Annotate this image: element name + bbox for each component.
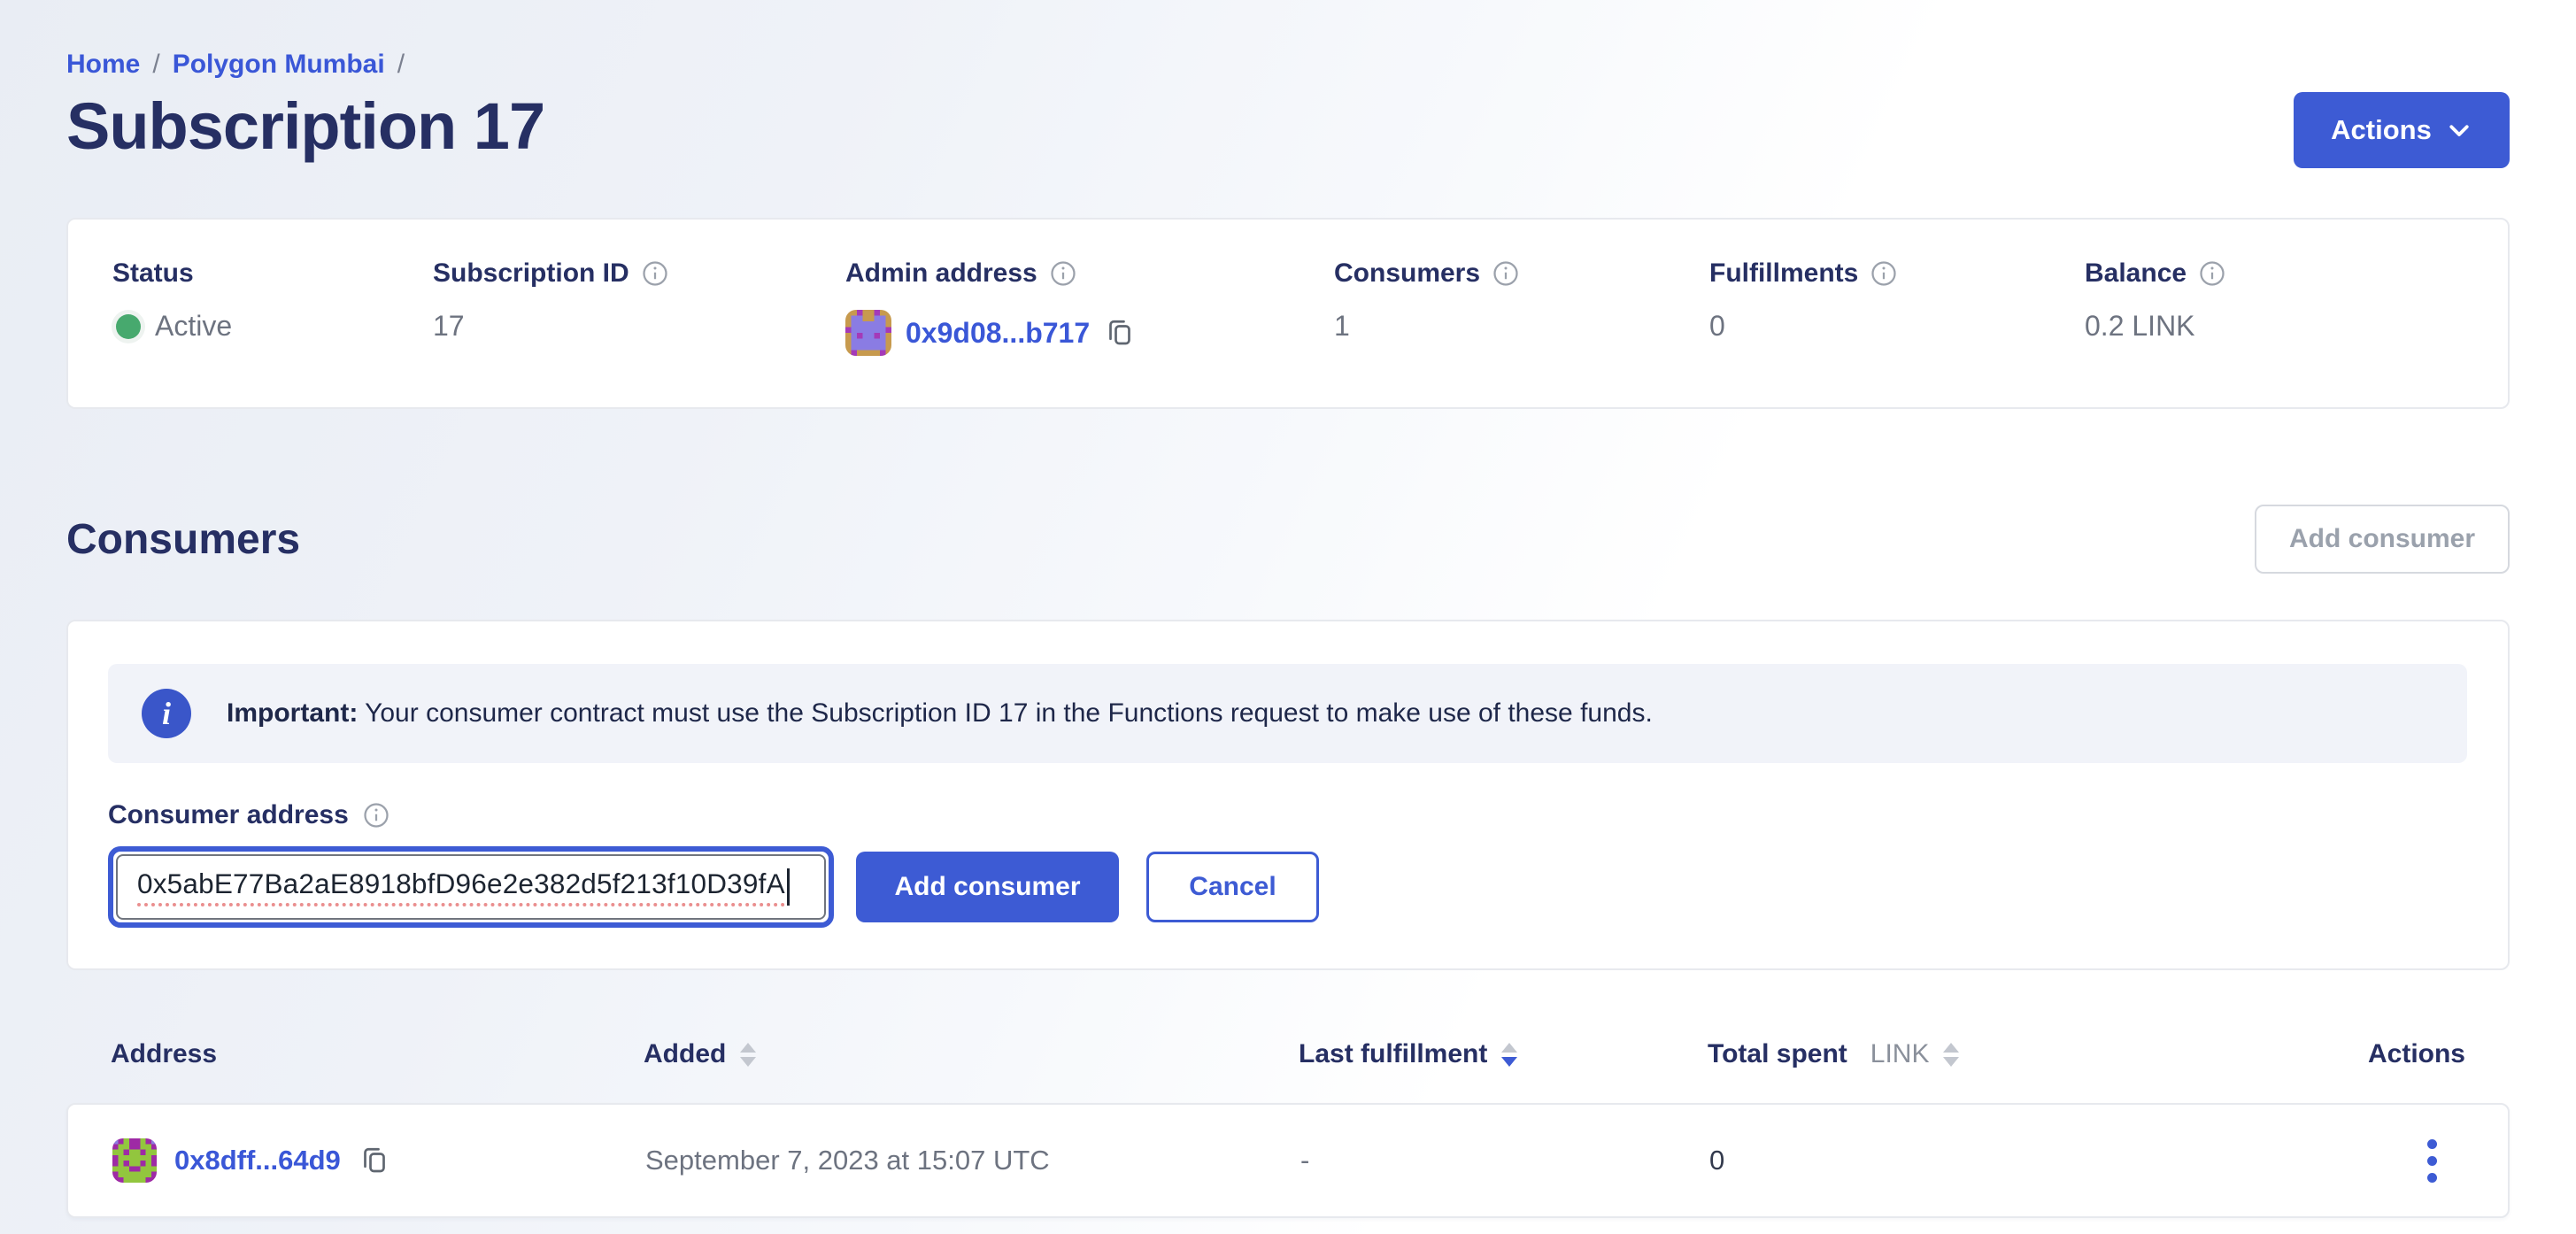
overview-field-subscription-id: Subscription ID 17 [433, 258, 845, 356]
info-icon[interactable] [1492, 260, 1519, 287]
copy-icon[interactable] [1104, 317, 1136, 349]
page: Home / Polygon Mumbai / Subscription 17 … [66, 0, 2510, 1218]
balance-value: 0.2 LINK [2085, 310, 2195, 343]
column-header-added-label: Added [644, 1039, 726, 1069]
notice-bold-text: Important: [227, 698, 358, 728]
consumer-address-input-focus-ring: 0x5abE77Ba2aE8918bfD96e2e382d5f213f10D39… [108, 846, 834, 928]
column-header-link-unit: LINK [1870, 1039, 1930, 1069]
consumer-address-input[interactable]: 0x5abE77Ba2aE8918bfD96e2e382d5f213f10D39… [116, 854, 826, 920]
balance-label: Balance [2085, 258, 2187, 289]
breadcrumb: Home / Polygon Mumbai / [66, 50, 2510, 80]
column-header-total-spent[interactable]: Total spent LINK [1708, 1039, 2283, 1069]
overview-field-status: Status Active [112, 258, 433, 356]
sort-icon [1943, 1043, 1959, 1067]
consumer-address-cell: 0x8dff...64d9 [112, 1138, 645, 1183]
overview-field-balance: Balance 0.2 LINK [2085, 258, 2464, 356]
sort-icon-active-desc [1501, 1043, 1517, 1067]
column-header-last-fulfillment-label: Last fulfillment [1299, 1039, 1487, 1069]
kebab-menu-icon[interactable] [2422, 1134, 2442, 1188]
admin-address-link[interactable]: 0x9d08...b717 [906, 317, 1090, 350]
subscription-overview-card: Status Active Subscription ID 17 Admin a… [66, 218, 2510, 409]
overview-grid: Status Active Subscription ID 17 Admin a… [112, 258, 2464, 356]
text-caret [787, 868, 790, 906]
consumer-table-row: 0x8dff...64d9 September 7, 2023 at 15:07… [66, 1103, 2510, 1218]
consumer-address-label: Consumer address [108, 800, 2467, 830]
column-header-address-label: Address [111, 1039, 217, 1069]
page-title: Subscription 17 [66, 89, 544, 164]
add-consumer-card: i Important: Your consumer contract must… [66, 620, 2510, 970]
status-value-text: Active [155, 310, 232, 343]
sort-icon [740, 1043, 756, 1067]
breadcrumb-separator: / [397, 50, 405, 80]
status-label-text: Status [112, 258, 194, 289]
subscription-id-label: Subscription ID [433, 258, 629, 289]
consumer-actions-cell [2285, 1134, 2464, 1188]
consumer-address-form-row: 0x5abE77Ba2aE8918bfD96e2e382d5f213f10D39… [108, 846, 2467, 928]
fulfillments-count: 0 [1709, 310, 1725, 343]
consumers-section-title: Consumers [66, 515, 300, 564]
consumer-address-label-text: Consumer address [108, 800, 349, 830]
status-value: Active [112, 310, 433, 343]
info-icon[interactable] [2199, 260, 2225, 287]
add-consumer-submit-button[interactable]: Add consumer [856, 852, 1119, 922]
admin-address-label: Admin address [845, 258, 1037, 289]
copy-icon[interactable] [359, 1145, 390, 1176]
breadcrumb-separator: / [152, 50, 159, 80]
consumer-added-cell: September 7, 2023 at 15:07 UTC [645, 1145, 1300, 1176]
cancel-button[interactable]: Cancel [1146, 852, 1319, 922]
breadcrumb-home-link[interactable]: Home [66, 50, 140, 80]
info-icon[interactable] [1870, 260, 1897, 287]
actions-button-label: Actions [2331, 114, 2432, 146]
consumer-address-link[interactable]: 0x8dff...64d9 [174, 1145, 341, 1176]
column-header-address: Address [111, 1039, 644, 1069]
column-header-total-spent-label: Total spent [1708, 1039, 1847, 1069]
consumer-identicon-avatar [112, 1138, 157, 1183]
subscription-id-value: 17 [433, 310, 465, 343]
add-consumer-top-button[interactable]: Add consumer [2255, 505, 2510, 574]
admin-identicon-avatar [845, 310, 891, 356]
consumers-count: 1 [1334, 310, 1350, 343]
important-notice-banner: i Important: Your consumer contract must… [108, 664, 2467, 763]
notice-rest-text: Your consumer contract must use the Subs… [358, 698, 1652, 728]
consumers-label: Consumers [1334, 258, 1480, 289]
column-header-last-fulfillment[interactable]: Last fulfillment [1299, 1039, 1708, 1069]
column-header-added[interactable]: Added [644, 1039, 1299, 1069]
info-icon[interactable] [1050, 260, 1076, 287]
consumers-section-header: Consumers Add consumer [66, 505, 2510, 574]
info-icon[interactable] [363, 802, 389, 829]
column-header-actions: Actions [2283, 1039, 2465, 1069]
consumer-address-input-value: 0x5abE77Ba2aE8918bfD96e2e382d5f213f10D39… [137, 868, 785, 906]
notice-text: Important: Your consumer contract must u… [227, 698, 1653, 729]
status-label: Status [112, 258, 433, 289]
chevron-down-icon [2446, 117, 2472, 143]
consumer-last-fulfillment-cell: - [1300, 1145, 1709, 1176]
consumer-total-spent-cell: 0 [1709, 1145, 2285, 1176]
overview-field-consumers: Consumers 1 [1334, 258, 1709, 356]
actions-button[interactable]: Actions [2294, 92, 2510, 168]
status-active-dot-icon [116, 314, 141, 339]
overview-field-admin-address: Admin address [845, 258, 1334, 356]
overview-field-fulfillments: Fulfillments 0 [1709, 258, 2085, 356]
breadcrumb-network-link[interactable]: Polygon Mumbai [173, 50, 385, 80]
fulfillments-label: Fulfillments [1709, 258, 1858, 289]
column-header-actions-label: Actions [2368, 1039, 2465, 1069]
info-icon[interactable] [642, 260, 668, 287]
consumers-table-header: Address Added Last fulfillment Total spe… [66, 1039, 2510, 1069]
header-row: Subscription 17 Actions [66, 89, 2510, 168]
info-circle-icon: i [142, 689, 191, 738]
